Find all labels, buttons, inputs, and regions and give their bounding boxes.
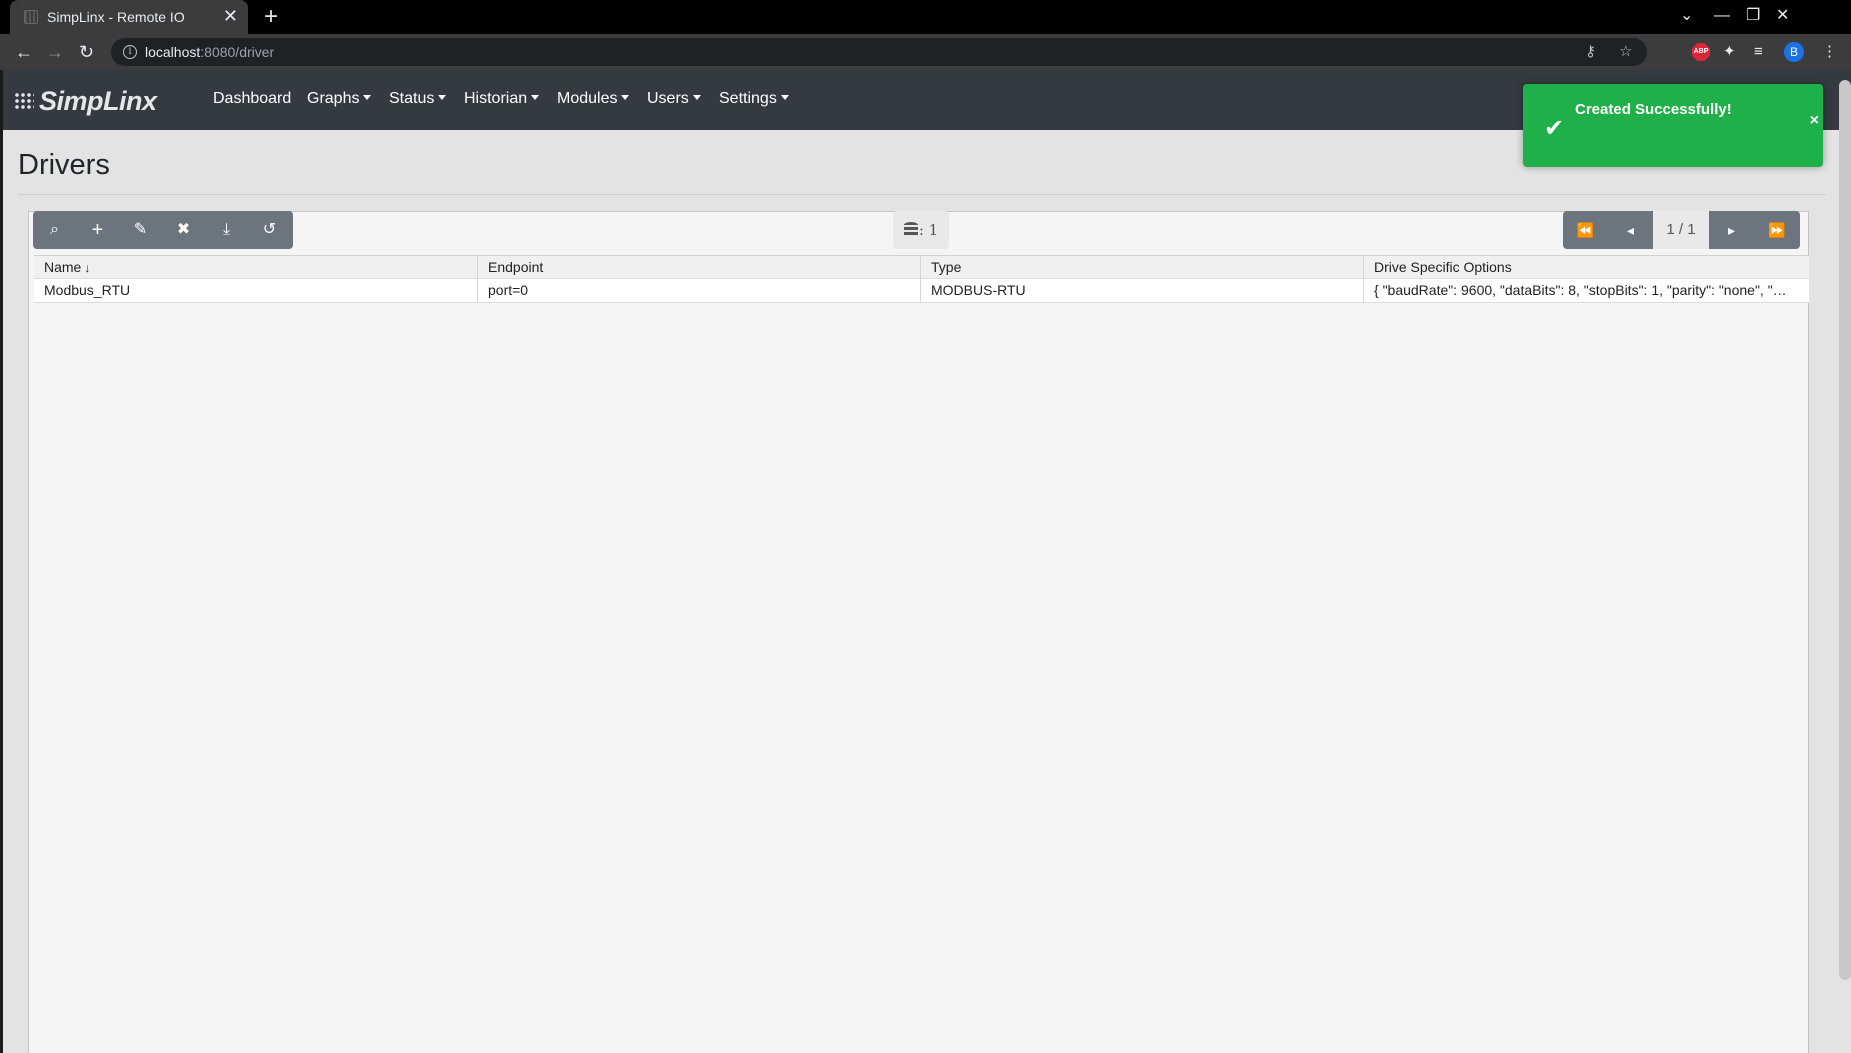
extensions-icon[interactable]: ✦: [1723, 41, 1736, 63]
reload-icon[interactable]: ↻: [79, 40, 94, 64]
page-indicator: 1 / 1: [1653, 211, 1709, 249]
col-type[interactable]: Type: [920, 256, 1363, 280]
record-count: : 1: [893, 211, 949, 249]
window-close-icon[interactable]: ✕: [1776, 6, 1789, 26]
success-toast: ✔ Created Successfully! ×: [1523, 84, 1823, 167]
first-page-icon[interactable]: ⏪: [1563, 211, 1608, 249]
profile-avatar[interactable]: B: [1784, 42, 1804, 62]
table-row[interactable]: Modbus_RTU port=0 MODBUS-RTU { "baudRate…: [34, 279, 1809, 303]
page-title: Drivers: [18, 149, 110, 181]
browser-tabbar: SimpLinx - Remote IO ✕ + ⌄ — ❐ ✕: [0, 0, 1851, 34]
restore-icon[interactable]: ❐: [1746, 6, 1760, 26]
col-options[interactable]: Drive Specific Options: [1363, 256, 1809, 280]
new-tab-button[interactable]: +: [264, 3, 278, 31]
nav-settings[interactable]: Settings: [719, 90, 789, 108]
grid-toolbar: ⌕ + ✎ ✖ ⤓ ↺: [33, 211, 293, 249]
browser-tab[interactable]: SimpLinx - Remote IO ✕: [10, 0, 248, 34]
caret-down-icon: [438, 95, 447, 100]
toast-message: Created Successfully!: [1575, 101, 1732, 118]
page-scrollbar[interactable]: [1839, 80, 1851, 980]
prev-page-icon[interactable]: ◂: [1608, 211, 1653, 249]
nav-status[interactable]: Status: [389, 90, 447, 108]
download-icon[interactable]: ⤓: [205, 211, 248, 249]
tab-search-icon[interactable]: ⌄: [1680, 6, 1693, 26]
back-icon[interactable]: ←: [15, 40, 33, 64]
key-icon[interactable]: ⚷: [1585, 42, 1596, 62]
cell-endpoint: port=0: [477, 279, 920, 303]
star-icon[interactable]: ☆: [1619, 42, 1632, 62]
media-icon[interactable]: ≡: [1754, 41, 1763, 63]
drivers-table: Name ↓ Endpoint Type Drive Specific Optio…: [34, 255, 1809, 303]
forward-icon[interactable]: →: [46, 40, 64, 64]
edit-icon[interactable]: ✎: [119, 211, 162, 249]
add-icon[interactable]: +: [76, 211, 119, 249]
toast-close-icon[interactable]: ×: [1810, 112, 1819, 130]
tab-title: SimpLinx - Remote IO: [47, 9, 185, 25]
last-page-icon[interactable]: ⏩: [1754, 211, 1800, 249]
cell-name: Modbus_RTU: [44, 282, 131, 298]
check-icon: ✔: [1544, 115, 1565, 142]
browser-toolbar: ← → ↻ i localhost:8080/driver ☆ ⚷ ABP ✦ …: [0, 34, 1851, 70]
pager: ⏪ ◂ 1 / 1 ▸ ⏩: [1563, 211, 1800, 249]
title-divider: [18, 194, 1826, 195]
refresh-icon[interactable]: ↺: [248, 211, 291, 249]
table-header: Name ↓ Endpoint Type Drive Specific Optio…: [34, 255, 1809, 280]
col-endpoint[interactable]: Endpoint: [477, 256, 920, 280]
sort-down-icon: ↓: [84, 261, 91, 275]
app-viewport: SimpLinx Dashboard Graphs Status Histori…: [3, 70, 1851, 1053]
next-page-icon[interactable]: ▸: [1709, 211, 1754, 249]
caret-down-icon: [621, 95, 630, 100]
brand-name: SimpLinx: [39, 85, 157, 116]
cell-type: MODBUS-RTU: [920, 279, 1363, 303]
tab-close-icon[interactable]: ✕: [223, 6, 238, 26]
col-name[interactable]: Name ↓: [34, 256, 477, 280]
adblock-icon[interactable]: ABP: [1692, 43, 1710, 61]
caret-down-icon: [780, 95, 789, 100]
caret-down-icon: [531, 95, 540, 100]
menu-icon[interactable]: ⋮: [1822, 41, 1837, 63]
logo-grid-icon: [14, 92, 34, 110]
database-icon: [903, 222, 918, 238]
nav-dashboard[interactable]: Dashboard: [213, 90, 291, 108]
delete-icon[interactable]: ✖: [162, 211, 205, 249]
nav-modules[interactable]: Modules: [557, 90, 630, 108]
address-bar[interactable]: i localhost:8080/driver ☆ ⚷: [111, 38, 1647, 66]
caret-down-icon: [692, 95, 701, 100]
url-text[interactable]: localhost:8080/driver: [145, 44, 274, 60]
caret-down-icon: [363, 95, 372, 100]
brand-logo[interactable]: SimpLinx: [14, 85, 157, 117]
nav-historian[interactable]: Historian: [464, 90, 540, 108]
nav-users[interactable]: Users: [647, 90, 701, 108]
zoom-icon[interactable]: ⌕: [33, 211, 76, 249]
site-info-icon[interactable]: i: [123, 45, 137, 59]
drivers-grid: [28, 211, 1809, 1053]
nav-graphs[interactable]: Graphs: [307, 90, 372, 108]
favicon-icon: [24, 10, 38, 24]
minimize-icon[interactable]: —: [1714, 6, 1730, 26]
cell-options: { "baudRate": 9600, "dataBits": 8, "stop…: [1363, 279, 1809, 303]
